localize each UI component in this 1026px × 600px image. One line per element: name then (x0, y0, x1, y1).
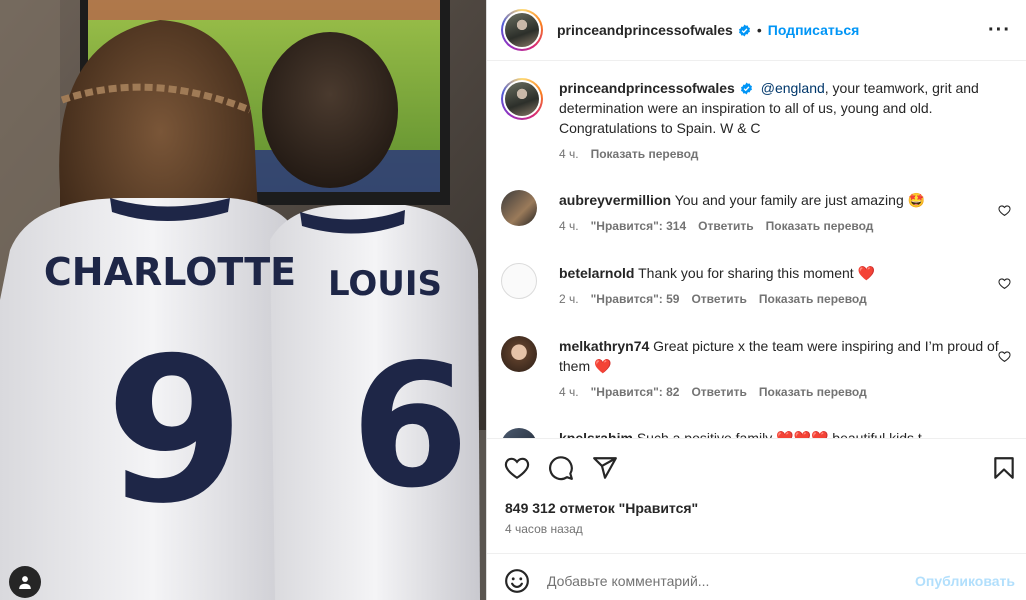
comment-likes[interactable]: "Нравится": 59 (591, 292, 680, 306)
publish-button[interactable]: Опубликовать (915, 573, 1015, 589)
author-username[interactable]: princeandprincessofwales (557, 22, 733, 38)
comment-likes[interactable]: "Нравится": 82 (591, 385, 680, 399)
separator-dot: • (756, 22, 762, 38)
post-photo[interactable]: CHARLOTTE 9 LOUIS 6 (0, 0, 486, 600)
comment-input[interactable] (547, 568, 887, 594)
reply-button[interactable]: Ответить (691, 292, 746, 306)
comment-avatar[interactable] (501, 190, 537, 226)
caption-mention[interactable]: @england (761, 80, 825, 96)
comment-emoji: 🤩 (907, 192, 926, 208)
heart-icon[interactable] (998, 277, 1011, 290)
user-tag-icon[interactable] (9, 566, 41, 598)
post-header: princeandprincessofwales • Подписаться ·… (487, 0, 1026, 61)
comment-username[interactable]: kpelsrahim (559, 430, 633, 438)
verified-badge-icon (738, 24, 750, 36)
add-comment-bar: Опубликовать (487, 553, 1026, 600)
comment-username[interactable]: aubreyvermillion (559, 192, 671, 208)
photo-illustration: CHARLOTTE 9 LOUIS 6 (0, 0, 486, 600)
comment-text: Such a positive family (636, 430, 773, 438)
likes-count[interactable]: 849 312 отметок "Нравится" (505, 500, 698, 516)
comment-username[interactable]: melkathryn74 (559, 338, 649, 354)
share-icon[interactable] (592, 455, 618, 481)
translate-button[interactable]: Показать перевод (759, 385, 867, 399)
shirt-name-1: CHARLOTTE (44, 250, 296, 294)
shirt-number-2: 6 (351, 328, 469, 526)
comment-icon[interactable] (548, 455, 574, 481)
comment-username[interactable]: betelarnold (559, 265, 634, 281)
comment-likes[interactable]: "Нравится": 314 (591, 219, 687, 233)
comment-time[interactable]: 2 ч. (559, 292, 579, 306)
comment-text: Thank you for sharing this moment (638, 265, 854, 281)
translate-button[interactable]: Показать перевод (766, 219, 874, 233)
reply-button[interactable]: Ответить (691, 385, 746, 399)
heart-icon[interactable] (998, 350, 1011, 363)
post-time[interactable]: 4 часов назад (505, 522, 583, 536)
caption-username[interactable]: princeandprincessofwales (559, 80, 735, 96)
heart-icon[interactable] (504, 455, 530, 481)
follow-button[interactable]: Подписаться (768, 22, 860, 38)
caption-time[interactable]: 4 ч. (559, 147, 579, 161)
comment-time[interactable]: 4 ч. (559, 219, 579, 233)
shirt-name-2: LOUIS (328, 264, 442, 304)
comment-avatar[interactable] (501, 336, 537, 372)
author-avatar[interactable] (501, 9, 543, 51)
comment-emoji: ❤️❤️❤️ beautiful kids t (776, 430, 922, 438)
post-actions (487, 438, 1026, 496)
comment-time[interactable]: 4 ч. (559, 385, 579, 399)
comments-list[interactable]: princeandprincessofwales @england, your … (487, 62, 1026, 438)
caption-translate[interactable]: Показать перевод (591, 147, 699, 161)
comment-avatar[interactable] (501, 428, 537, 438)
comment-text: You and your family are just amazing (674, 192, 904, 208)
save-icon[interactable] (991, 455, 1017, 481)
reply-button[interactable]: Ответить (698, 219, 753, 233)
comment-avatar[interactable] (501, 263, 537, 299)
emoji-icon[interactable] (504, 568, 530, 594)
caption-avatar[interactable] (501, 78, 543, 120)
comment-emoji: ❤️ (594, 358, 612, 374)
comment-emoji: ❤️ (857, 265, 875, 281)
more-options-icon[interactable]: ··· (988, 19, 1011, 42)
verified-badge-icon (740, 82, 752, 95)
heart-icon[interactable] (998, 204, 1011, 217)
translate-button[interactable]: Показать перевод (759, 292, 867, 306)
post-panel: princeandprincessofwales • Подписаться ·… (486, 0, 1026, 600)
shirt-number-1: 9 (105, 315, 244, 548)
